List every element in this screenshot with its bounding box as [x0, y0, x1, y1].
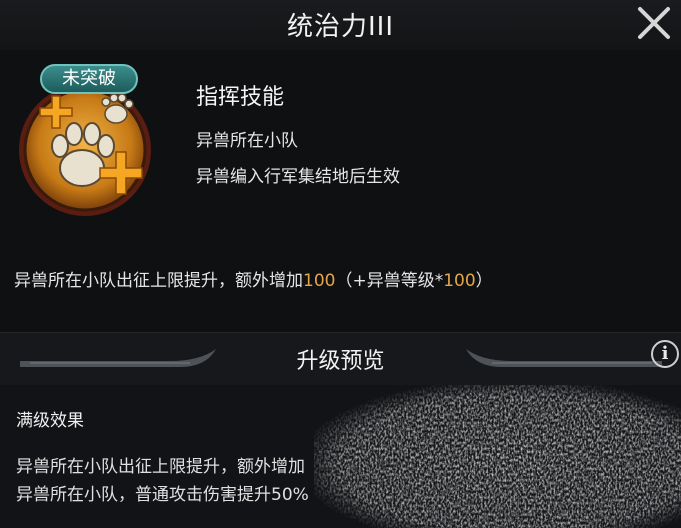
status-badge: 未突破	[40, 64, 138, 94]
description-value-2: 100	[443, 271, 476, 291]
noise-overlay	[314, 385, 681, 528]
skill-condition-2: 异兽编入行军集结地后生效	[196, 167, 400, 187]
skill-condition-1: 异兽所在小队	[196, 131, 298, 151]
skill-icon-group: 未突破	[10, 58, 160, 218]
right-wing-ornament-icon	[466, 349, 662, 367]
skill-panel: 未突破 指挥技能 异兽所在小队 异兽编入行军集结地后生效 异兽所在小队出征上限提…	[0, 50, 681, 332]
info-icon[interactable]: i	[651, 340, 679, 368]
description-prefix: 异兽所在小队出征上限提升，额外增加	[14, 271, 303, 291]
window-title: 统治力III	[286, 12, 394, 42]
description-middle: （+异兽等级*	[335, 271, 444, 291]
max-level-title: 满级效果	[16, 411, 84, 431]
skill-detail-window: 统治力III 未突破 指挥技能 异兽所在小队 异兽编入行军集结地后生效 异兽所在…	[0, 0, 681, 528]
skill-type-label: 指挥技能	[196, 85, 285, 110]
description-suffix: ）	[475, 271, 493, 291]
upgrade-preview-header: 升级预览 i	[0, 332, 681, 385]
max-level-effect-1: 异兽所在小队出征上限提升，额外增加	[16, 457, 305, 477]
title-bar: 统治力III	[0, 0, 681, 50]
max-level-effect-2: 异兽所在小队，普通攻击伤害提升50%	[16, 485, 309, 505]
skill-description: 异兽所在小队出征上限提升，额外增加100（+异兽等级*100）	[14, 266, 493, 291]
description-value-1: 100	[303, 271, 336, 291]
close-icon[interactable]	[635, 4, 673, 42]
